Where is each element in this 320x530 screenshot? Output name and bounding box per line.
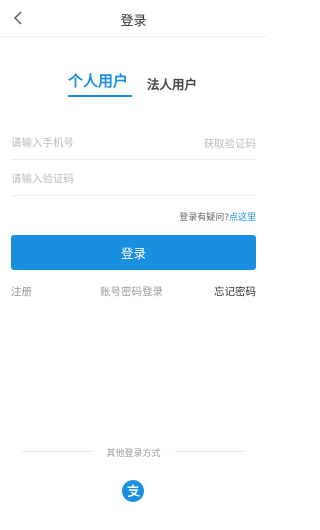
navbar: 登录 — [0, 0, 267, 37]
tab-legal-user[interactable]: 法人用户 — [147, 74, 197, 93]
login-help-text: 登录有疑问? — [179, 213, 229, 223]
active-tab-indicator — [68, 95, 132, 97]
login-button[interactable]: 登录 — [11, 235, 256, 270]
tab-personal-user[interactable]: 个人用户 — [68, 70, 128, 91]
user-type-tabs: 个人用户 法人用户 — [0, 70, 267, 100]
other-login-label: 其他登录方式 — [106, 449, 161, 459]
page-title: 登录 — [120, 14, 147, 29]
get-code-button[interactable]: 获取验证码 — [204, 136, 257, 151]
divider-line-right — [175, 451, 245, 452]
code-input[interactable] — [11, 162, 181, 195]
password-login-link[interactable]: 账号密码登录 — [100, 284, 163, 299]
phone-input[interactable] — [11, 126, 181, 159]
forgot-password-link[interactable]: 忘记密码 — [214, 284, 256, 299]
auxiliary-links: 注册 账号密码登录 忘记密码 — [0, 284, 267, 300]
login-help-link[interactable]: 点这里 — [229, 213, 256, 223]
other-login-divider: 其他登录方式 — [22, 446, 245, 459]
alipay-icon — [122, 480, 144, 502]
code-field — [11, 162, 256, 196]
phone-field: 获取验证码 — [11, 126, 256, 160]
alipay-login-button[interactable] — [122, 480, 144, 502]
login-help: 登录有疑问?点这里 — [179, 210, 256, 223]
register-link[interactable]: 注册 — [11, 284, 32, 299]
